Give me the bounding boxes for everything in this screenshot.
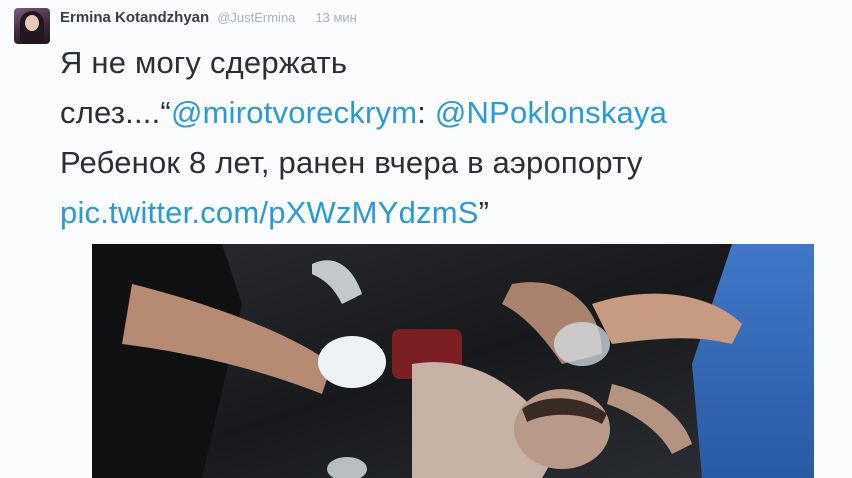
tweet-card: Ermina Kotandzhyan @JustErmina 13 мин Я … (0, 0, 852, 478)
tweet-text-line-3: Ребенок 8 лет, ранен вчера в аэропорту (60, 145, 643, 180)
glove (318, 336, 386, 388)
author-display-name[interactable]: Ermina Kotandzhyan (60, 9, 209, 26)
author-handle[interactable]: @JustErmina (217, 10, 295, 25)
tweet-text-line-4: pic.twitter.com/pXWzMYdzmS” (60, 188, 840, 238)
tweet-photo[interactable] (92, 244, 814, 478)
pic-link[interactable]: pic.twitter.com/pXWzMYdzmS (60, 195, 479, 230)
tweet-text-line-1: Я не могу сдержать (60, 45, 348, 80)
tweet-text-line-2: слез....“@mirotvoreckrym: @NPoklonskaya (60, 88, 840, 138)
tweet-text: Я не могу сдержать слез....“@mirotvoreck… (60, 38, 840, 238)
mention-npoklonskaya[interactable]: @NPoklonskaya (435, 95, 667, 130)
close-quote: ” (478, 195, 490, 230)
photo-illustration (92, 244, 814, 478)
author-avatar[interactable] (14, 8, 50, 44)
tweet-timestamp[interactable]: 13 мин (315, 10, 356, 25)
quote-prefix: слез....“ (60, 95, 171, 130)
mention-mirotvoreckrym[interactable]: @mirotvoreckrym (171, 95, 417, 130)
avatar-face (25, 15, 39, 31)
tweet-header: Ermina Kotandzhyan @JustErmina 13 мин (60, 9, 357, 29)
colon-text: : (417, 95, 435, 130)
